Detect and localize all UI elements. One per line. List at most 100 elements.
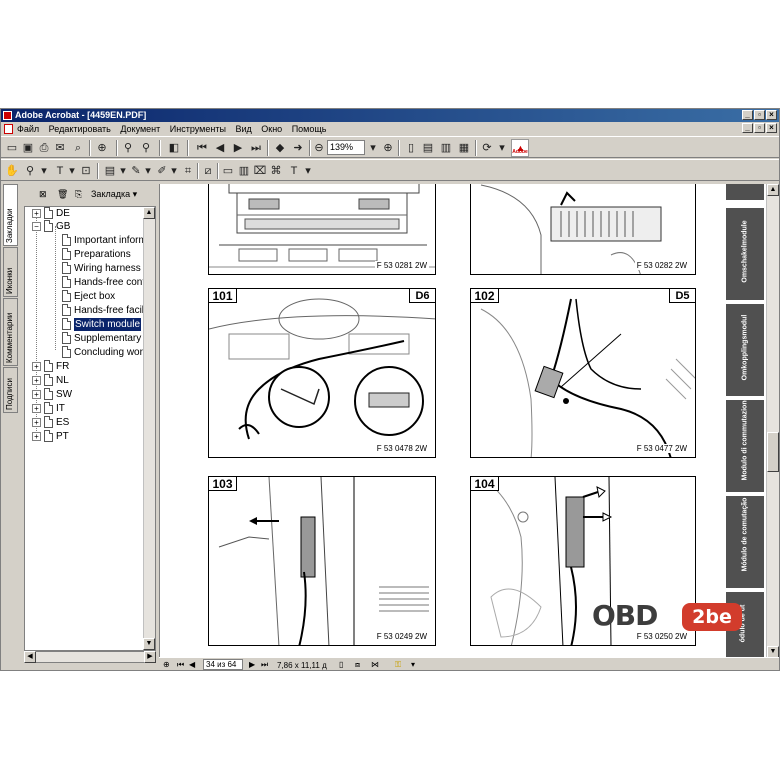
zoom-in-icon[interactable]: ⊕ <box>381 141 395 155</box>
page-layout-icon[interactable]: ⊕ <box>163 658 170 670</box>
hand-tool-icon[interactable]: ✋ <box>5 164 19 178</box>
zoom-dropdown-icon[interactable]: ▾ <box>366 141 380 155</box>
fit-width-icon[interactable]: ▥ <box>439 141 453 155</box>
zoom-field[interactable]: 139% <box>327 140 365 155</box>
expand-icon[interactable]: + <box>32 390 41 399</box>
doc-restore-button[interactable]: ▫ <box>754 123 765 133</box>
delete-bookmark-icon[interactable]: ⊠ <box>39 184 47 204</box>
first-page-icon[interactable]: ⏮ <box>177 658 184 670</box>
link-tool-icon[interactable]: ⌗ <box>181 164 195 178</box>
figure-103: 103 F 53 0249 2W <box>208 476 436 646</box>
security-icon[interactable]: ⊕ <box>95 141 109 155</box>
touchup-dropdown-icon[interactable]: ▾ <box>301 164 315 178</box>
scroll-right-icon[interactable]: ▶ <box>144 651 156 663</box>
scroll-left-icon[interactable]: ◀ <box>24 651 36 663</box>
zoom-tool-dropdown-icon[interactable]: ▾ <box>37 164 51 178</box>
collapse-icon[interactable]: − <box>32 222 41 231</box>
show-hide-panel-icon[interactable]: ◧ <box>167 141 181 155</box>
find-next-icon[interactable]: ⚲ <box>139 141 153 155</box>
tab-bookmarks[interactable]: Закладки <box>3 184 18 246</box>
article-tool-icon[interactable]: ⌘ <box>269 164 283 178</box>
highlight-dropdown-icon[interactable]: ▾ <box>167 164 181 178</box>
bookmark-page-icon <box>62 318 71 330</box>
go-forward-icon[interactable]: ➜ <box>291 141 305 155</box>
pencil-dropdown-icon[interactable]: ▾ <box>141 164 155 178</box>
next-page-icon[interactable]: ▶ <box>249 658 255 670</box>
crop-tool-icon[interactable]: ⌧ <box>253 164 267 178</box>
find-icon[interactable]: ⚲ <box>121 141 135 155</box>
text-select-dropdown-icon[interactable]: ▾ <box>65 164 79 178</box>
main-toolbar: ▭ ▣ ⎙ ✉ ⌕ ⊕ ⚲ ⚲ ◧ ⏮ ◀ ▶ ⏭ ◆ ➜ ⊖ 139% ▾ ⊕… <box>1 136 779 160</box>
trash-icon[interactable]: 🗑 <box>57 184 68 204</box>
snapshot-icon[interactable]: ⊡ <box>79 164 93 178</box>
figure-ref-code: F 53 0477 2W <box>634 444 689 453</box>
scroll-up-icon[interactable]: ▲ <box>143 207 155 219</box>
search-doc-icon[interactable]: ⌕ <box>71 141 85 155</box>
open-icon[interactable]: ▭ <box>5 141 19 155</box>
next-page-icon[interactable]: ▶ <box>231 141 245 155</box>
go-back-icon[interactable]: ◆ <box>273 141 287 155</box>
menu-help[interactable]: Помощь <box>292 124 327 134</box>
movie-tool-icon[interactable]: ▥ <box>237 164 251 178</box>
key-icon[interactable]: ⚿ <box>395 658 401 670</box>
adobe-logo-icon[interactable]: Adobe <box>511 136 529 160</box>
menu-tools[interactable]: Инструменты <box>170 124 226 134</box>
note-tool-icon[interactable]: ▤ <box>103 164 117 178</box>
print-icon[interactable]: ⎙ <box>37 141 51 155</box>
rotate-icon[interactable]: ⟳ <box>480 141 494 155</box>
doc-minimize-button[interactable]: _ <box>742 123 753 133</box>
close-button[interactable]: × <box>766 110 777 120</box>
facing-icon[interactable]: ⋈ <box>371 658 379 670</box>
tab-signatures[interactable]: Подписи <box>3 367 18 413</box>
acrobat-window: Adobe Acrobat - [4459EN.PDF] _ ▫ × Файл … <box>0 108 780 671</box>
expand-icon[interactable]: + <box>32 432 41 441</box>
bookmark-tree-vscroll[interactable]: ▲ ▼ <box>143 207 155 650</box>
bookmark-page-icon <box>44 360 53 372</box>
single-page-icon[interactable]: ▯ <box>339 658 343 670</box>
dropdown-arrow-icon[interactable]: ▾ <box>411 658 415 670</box>
doc-close-button[interactable]: × <box>766 123 777 133</box>
touchup-text-icon[interactable]: T <box>287 164 301 178</box>
expand-icon[interactable]: + <box>32 404 41 413</box>
menu-window[interactable]: Окно <box>261 124 282 134</box>
expand-icon[interactable]: + <box>32 376 41 385</box>
fit-visible-icon[interactable]: ▦ <box>457 141 471 155</box>
zoom-tool-icon[interactable]: ⚲ <box>23 164 37 178</box>
prev-page-icon[interactable]: ◀ <box>189 658 195 670</box>
scroll-down-icon[interactable]: ▼ <box>143 638 155 650</box>
scroll-thumb[interactable] <box>767 432 779 472</box>
expand-icon[interactable]: + <box>32 362 41 371</box>
expand-icon[interactable]: + <box>32 209 41 218</box>
bookmark-options-menu[interactable]: Закладка ▾ <box>91 184 137 204</box>
save-icon[interactable]: ▣ <box>21 141 35 155</box>
menu-edit[interactable]: Редактировать <box>49 124 111 134</box>
fit-page-icon[interactable]: ▤ <box>421 141 435 155</box>
tree-connector <box>36 213 37 435</box>
menu-file[interactable]: Файл <box>17 124 39 134</box>
zoom-out-icon[interactable]: ⊖ <box>312 141 326 155</box>
page-number-field[interactable]: 34 из 64 <box>203 659 243 670</box>
prev-page-icon[interactable]: ◀ <box>213 141 227 155</box>
rotate-dropdown-icon[interactable]: ▾ <box>495 141 509 155</box>
first-page-icon[interactable]: ⏮ <box>195 141 209 155</box>
menu-view[interactable]: Вид <box>235 124 251 134</box>
note-dropdown-icon[interactable]: ▾ <box>116 164 130 178</box>
document-vscroll[interactable]: ▲ ▼ <box>766 184 779 658</box>
tab-comments[interactable]: Комментарии <box>3 298 18 366</box>
document-view[interactable]: F 53 0281 2W F 53 0282 2W 101 D6 F 53 04… <box>159 184 766 658</box>
new-bookmark-icon[interactable]: ⎘ <box>75 184 82 204</box>
form-tool-icon[interactable]: ▭ <box>221 164 235 178</box>
tab-thumbnails[interactable]: Иконки <box>3 247 18 297</box>
actual-size-icon[interactable]: ▯ <box>404 141 418 155</box>
bookmark-tree-hscroll[interactable]: ◀ ▶ <box>24 651 156 663</box>
expand-icon[interactable]: + <box>32 418 41 427</box>
minimize-button[interactable]: _ <box>742 110 753 120</box>
email-icon[interactable]: ✉ <box>53 141 67 155</box>
restore-button[interactable]: ▫ <box>754 110 765 120</box>
last-page-icon[interactable]: ⏭ <box>261 658 268 670</box>
touchup-icon[interactable]: ⧄ <box>201 164 215 178</box>
last-page-icon[interactable]: ⏭ <box>249 141 263 155</box>
continuous-icon[interactable]: ⧈ <box>355 658 360 670</box>
scroll-up-icon[interactable]: ▲ <box>767 184 779 196</box>
menu-document[interactable]: Документ <box>120 124 160 134</box>
